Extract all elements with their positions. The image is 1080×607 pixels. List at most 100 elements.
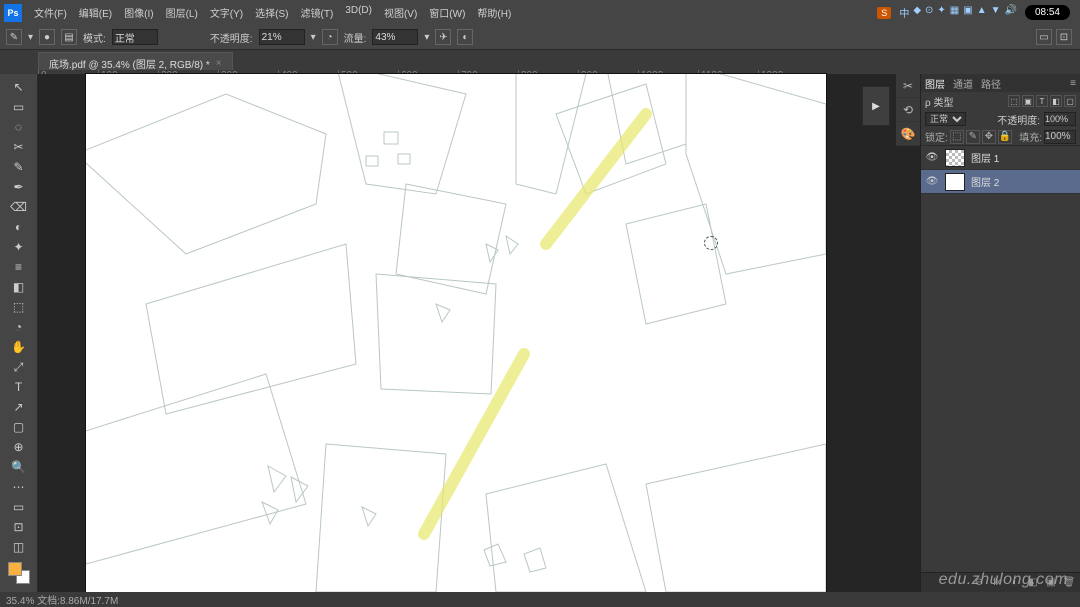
layer-row[interactable]: 👁 图层 2: [921, 170, 1080, 194]
tool-button[interactable]: ◫: [8, 538, 30, 556]
airbrush-icon[interactable]: ✈: [435, 29, 451, 45]
tray-icon[interactable]: ◆: [913, 5, 921, 20]
menu-item[interactable]: 选择(S): [249, 5, 294, 20]
collapsed-panels: ✂⟲🎨: [896, 74, 920, 146]
tool-button[interactable]: ⋯: [8, 478, 30, 496]
layer-kind-filter[interactable]: T: [1036, 95, 1048, 107]
opt-icon-2[interactable]: ⊡: [1056, 29, 1072, 45]
lock-button[interactable]: ⬚: [950, 130, 964, 144]
tool-button[interactable]: ◐: [8, 218, 30, 236]
tool-button[interactable]: ⊕: [8, 438, 30, 456]
visibility-icon[interactable]: 👁: [925, 152, 939, 163]
layers-list: 👁图层 1👁图层 2: [921, 146, 1080, 572]
tool-button[interactable]: ⌫: [8, 198, 30, 216]
blend-mode-select[interactable]: [112, 29, 158, 45]
layer-kind-filter[interactable]: ▣: [1022, 95, 1034, 107]
visibility-icon[interactable]: 👁: [925, 176, 939, 187]
tool-button[interactable]: ↖: [8, 78, 30, 96]
flow-input[interactable]: [372, 29, 418, 45]
tool-button[interactable]: ▭: [8, 498, 30, 516]
tool-button[interactable]: ◌: [8, 118, 30, 136]
close-icon[interactable]: ×: [216, 58, 222, 69]
menu-item[interactable]: 3D(D): [339, 5, 378, 20]
layer-thumbnail[interactable]: [945, 149, 965, 167]
chevron-down-icon[interactable]: ▾: [424, 32, 429, 43]
tool-button[interactable]: ✦: [8, 238, 30, 256]
tool-button[interactable]: ◧: [8, 278, 30, 296]
system-tray: S 中◆⊙✦▦▣▲▼🔊 08:54: [877, 0, 1070, 25]
tool-button[interactable]: ✂: [8, 138, 30, 156]
tray-icon[interactable]: ✦: [937, 5, 945, 20]
options-bar: ✎ ▾ ● ▤ 模式: 不透明度: ▾ ◔ 流量: ▾ ✈ ◐ ▭ ⊡: [0, 25, 1080, 50]
panel-icon[interactable]: ✂: [896, 74, 920, 98]
menu-item[interactable]: 图层(L): [160, 5, 204, 20]
tool-button[interactable]: ◔: [8, 318, 30, 336]
tray-icon[interactable]: ▼: [991, 5, 1001, 20]
layer-thumbnail[interactable]: [945, 173, 965, 191]
layer-kind-label: ρ 类型: [925, 94, 953, 109]
tool-button[interactable]: ▭: [8, 98, 30, 116]
watermark: edu.zhulong.com: [939, 571, 1068, 589]
brush-panel-icon[interactable]: ▤: [61, 29, 77, 45]
canvas-area: [38, 74, 920, 592]
blend-mode-select[interactable]: 正常: [925, 112, 966, 126]
tool-button[interactable]: ▢: [8, 418, 30, 436]
menu-item[interactable]: 文字(Y): [204, 5, 249, 20]
tab-paths[interactable]: 路径: [981, 76, 1001, 91]
opt-icon-1[interactable]: ▭: [1036, 29, 1052, 45]
canvas[interactable]: [86, 74, 826, 592]
tray-icon[interactable]: ▣: [963, 5, 972, 20]
menu-item[interactable]: 窗口(W): [423, 5, 471, 20]
tool-button[interactable]: ✋: [8, 338, 30, 356]
tool-preset-icon[interactable]: ✎: [6, 29, 22, 45]
color-swatches[interactable]: [8, 562, 30, 584]
layer-kind-filter[interactable]: ⬚: [1008, 95, 1020, 107]
tray-icon[interactable]: ▦: [950, 5, 959, 20]
layer-opacity-input[interactable]: [1044, 112, 1076, 126]
fill-input[interactable]: [1044, 130, 1076, 144]
panel-menu-icon[interactable]: ≡: [1070, 78, 1076, 89]
lock-button[interactable]: ✎: [966, 130, 980, 144]
tool-button[interactable]: ⊡: [8, 518, 30, 536]
tool-button[interactable]: ⤢: [8, 358, 30, 376]
ime-badge[interactable]: S: [877, 7, 891, 19]
tool-button[interactable]: ✎: [8, 158, 30, 176]
tool-button[interactable]: ≡: [8, 258, 30, 276]
menu-item[interactable]: 编辑(E): [73, 5, 118, 20]
brush-preset-icon[interactable]: ●: [39, 29, 55, 45]
tool-button[interactable]: T: [8, 378, 30, 396]
pressure-size-icon[interactable]: ◐: [457, 29, 473, 45]
status-bar: 35.4% 文档:8.86M/17.7M: [0, 592, 1080, 607]
panel-icon[interactable]: 🎨: [896, 122, 920, 146]
menu-item[interactable]: 图像(I): [118, 5, 159, 20]
tray-icon[interactable]: ▲: [977, 5, 987, 20]
flow-label: 流量:: [344, 30, 367, 45]
menu-item[interactable]: 文件(F): [28, 5, 73, 20]
chevron-down-icon[interactable]: ▾: [311, 32, 316, 43]
tool-button[interactable]: ✒: [8, 178, 30, 196]
tray-icon[interactable]: 中: [899, 5, 909, 20]
layer-kind-filter[interactable]: ▢: [1064, 95, 1076, 107]
tool-button[interactable]: ⬚: [8, 298, 30, 316]
pressure-opacity-icon[interactable]: ◔: [322, 29, 338, 45]
layer-name: 图层 2: [971, 174, 999, 189]
lock-button[interactable]: ✥: [982, 130, 996, 144]
panel-tabs: 图层 通道 路径 ≡: [921, 74, 1080, 92]
tray-icon[interactable]: ⊙: [925, 5, 933, 20]
layer-row[interactable]: 👁图层 1: [921, 146, 1080, 170]
tools-panel: ↖ ▭ ◌ ✂ ✎ ✒ ⌫ ◐ ✦ ≡ ◧ ⬚ ◔ ✋ ⤢ T ↗ ▢ ⊕ 🔍 ⋯ ▭ ⊡ ◫: [0, 74, 38, 592]
menu-item[interactable]: 帮助(H): [471, 5, 517, 20]
lock-button[interactable]: 🔒: [998, 130, 1012, 144]
play-button[interactable]: ▶: [862, 86, 890, 126]
panel-icon[interactable]: ⟲: [896, 98, 920, 122]
tab-channels[interactable]: 通道: [953, 76, 973, 91]
tray-icon[interactable]: 🔊: [1005, 5, 1017, 20]
tool-button[interactable]: 🔍: [8, 458, 30, 476]
tool-button[interactable]: ↗: [8, 398, 30, 416]
menu-item[interactable]: 视图(V): [378, 5, 423, 20]
menu-item[interactable]: 滤镜(T): [295, 5, 340, 20]
chevron-down-icon[interactable]: ▾: [28, 32, 33, 43]
opacity-input[interactable]: [259, 29, 305, 45]
tab-layers[interactable]: 图层: [925, 76, 945, 91]
layer-kind-filter[interactable]: ◧: [1050, 95, 1062, 107]
